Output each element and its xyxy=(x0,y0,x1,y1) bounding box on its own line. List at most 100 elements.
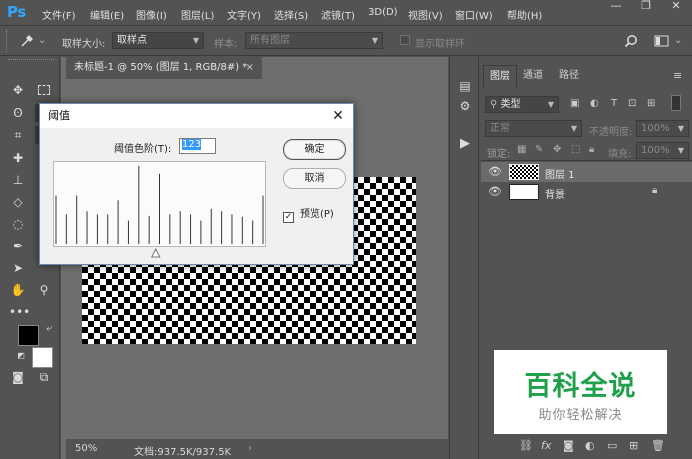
restore-button[interactable]: ❐ xyxy=(633,0,659,14)
zoom-level[interactable]: 50% xyxy=(75,443,97,454)
lock-all-icon[interactable]: 🔒︎ xyxy=(589,144,594,155)
lasso-tool-icon[interactable]: ʘ xyxy=(9,104,27,122)
workspace-chevron-icon[interactable]: ⌄ xyxy=(674,35,682,46)
quick-mask-icon[interactable]: ◙ xyxy=(9,368,27,386)
menu-image[interactable]: 图像(I) xyxy=(136,7,167,22)
ok-button[interactable]: 确定 xyxy=(283,139,346,160)
sample-size-value: 取样点 xyxy=(117,35,147,46)
show-ring-checkbox[interactable] xyxy=(400,35,410,45)
layer-name[interactable]: 图层 1 xyxy=(545,166,575,181)
layer-filter-select[interactable]: ⚲ 类型 ▼ xyxy=(485,96,559,113)
adjustment-layer-icon[interactable]: ◐ xyxy=(585,439,595,452)
status-menu-arrow-icon[interactable]: › xyxy=(248,443,252,454)
filter-pixel-icon[interactable]: ▣ xyxy=(570,98,579,109)
foreground-color-swatch[interactable] xyxy=(18,325,39,346)
move-tool-icon[interactable]: ✥ xyxy=(9,81,27,99)
layer-name[interactable]: 背景 xyxy=(545,186,565,201)
swap-colors-icon[interactable]: ⤶ xyxy=(40,320,58,338)
close-window-button[interactable]: ✕ xyxy=(663,0,689,14)
path-select-tool-icon[interactable]: ➤ xyxy=(9,259,27,277)
link-layers-icon[interactable]: ⛓︎ xyxy=(519,439,533,452)
layer-style-icon[interactable]: fx xyxy=(541,439,551,452)
panel-menu-icon[interactable]: ≡ xyxy=(673,69,682,82)
divider xyxy=(481,160,692,161)
blur-tool-icon[interactable]: ◌ xyxy=(9,215,27,233)
clone-stamp-tool-icon[interactable]: ⊥ xyxy=(9,171,27,189)
cancel-button[interactable]: 取消 xyxy=(283,168,346,189)
filter-toggle[interactable] xyxy=(671,95,681,111)
menu-layer[interactable]: 图层(L) xyxy=(181,7,214,22)
menu-window[interactable]: 窗口(W) xyxy=(455,7,493,22)
menu-view[interactable]: 视图(V) xyxy=(408,7,443,22)
dialog-close-icon[interactable]: ✕ xyxy=(329,104,347,128)
background-color-swatch[interactable] xyxy=(32,347,53,368)
preview-option[interactable]: ✓ 预览(P) xyxy=(283,205,334,223)
tab-layers[interactable]: 图层 xyxy=(483,65,517,87)
fill-field[interactable]: 100% ▼ xyxy=(636,142,689,159)
threshold-level-input[interactable]: 123 xyxy=(179,138,216,154)
menu-file[interactable]: 文件(F) xyxy=(42,7,76,22)
add-mask-icon[interactable]: ◙ xyxy=(563,439,574,452)
collapsed-panels: ▤ ⚙ ▶ xyxy=(449,57,479,459)
filter-type-icon[interactable]: T xyxy=(611,98,617,109)
tools-grip xyxy=(8,59,54,62)
eyedropper-icon[interactable] xyxy=(20,34,34,48)
preview-checkbox[interactable]: ✓ xyxy=(283,212,294,223)
opacity-label: 不透明度: xyxy=(589,127,633,138)
close-tab-icon[interactable]: × xyxy=(246,57,254,79)
pen-tool-icon[interactable]: ✒ xyxy=(9,237,27,255)
menu-help[interactable]: 帮助(H) xyxy=(507,7,542,22)
fill-value: 100% xyxy=(641,145,670,156)
lock-artboard-icon[interactable]: ⬚ xyxy=(571,144,580,155)
default-colors-icon[interactable]: ◩ xyxy=(12,347,30,365)
layer-row-background[interactable]: 👁︎ 背景 🔒︎ xyxy=(481,182,692,202)
properties-panel-icon[interactable]: ⚙ xyxy=(456,97,474,115)
opacity-field[interactable]: 100% ▼ xyxy=(636,120,689,137)
new-layer-icon[interactable]: ⊞ xyxy=(629,439,638,452)
blend-mode-select[interactable]: 正常 ▼ xyxy=(485,120,582,137)
options-grip xyxy=(6,30,10,52)
eye-icon[interactable]: 👁︎ xyxy=(488,185,502,199)
show-ring-label: 显示取样环 xyxy=(415,39,465,50)
menu-edit[interactable]: 编辑(E) xyxy=(90,7,124,22)
actions-play-icon[interactable]: ▶ xyxy=(456,135,474,153)
menu-type[interactable]: 文字(Y) xyxy=(227,7,261,22)
tab-channels[interactable]: 通道 xyxy=(517,65,549,87)
healing-brush-tool-icon[interactable]: ✚ xyxy=(9,149,27,167)
zoom-tool-icon[interactable]: ⚲ xyxy=(35,281,53,299)
eye-icon[interactable]: 👁︎ xyxy=(488,165,502,179)
delete-layer-icon[interactable]: 🗑︎ xyxy=(651,439,665,452)
hand-tool-icon[interactable]: ✋ xyxy=(9,281,27,299)
marquee-tool-icon[interactable] xyxy=(35,81,53,99)
filter-shape-icon[interactable]: ⊡ xyxy=(628,98,636,109)
document-info: 文档:937.5K/937.5K xyxy=(134,447,232,458)
lock-transparent-icon[interactable]: ▦ xyxy=(517,144,526,155)
crop-tool-icon[interactable]: ⌗ xyxy=(9,126,27,144)
fill-label: 填充: xyxy=(608,149,632,160)
sample-select[interactable]: 所有图层 ▼ xyxy=(245,32,383,49)
document-tab[interactable]: 未标题-1 @ 50% (图层 1, RGB/8#) * × xyxy=(66,57,262,79)
sample-size-select[interactable]: 取样点 ▼ xyxy=(112,32,204,49)
new-group-icon[interactable]: ▭ xyxy=(607,439,617,452)
workspace-icon[interactable] xyxy=(654,34,670,48)
dialog-title-bar[interactable]: 阈值 ✕ xyxy=(40,104,353,128)
tool-preset-chevron-icon[interactable]: ⌄ xyxy=(38,35,46,46)
tab-paths[interactable]: 路径 xyxy=(553,65,585,87)
more-tools-icon[interactable]: ••• xyxy=(9,303,30,321)
lock-pixels-icon[interactable]: ✎ xyxy=(535,144,543,155)
screen-mode-icon[interactable]: ⧉ xyxy=(35,368,53,386)
filter-smart-object-icon[interactable]: ⊞ xyxy=(647,98,655,109)
menu-filter[interactable]: 滤镜(T) xyxy=(321,7,355,22)
history-panel-icon[interactable]: ▤ xyxy=(456,77,474,95)
search-icon[interactable] xyxy=(624,34,638,48)
menu-select[interactable]: 选择(S) xyxy=(274,7,308,22)
options-bar: ⌄ 取样大小: 取样点 ▼ 样本: 所有图层 ▼ 显示取样环 ⌄ xyxy=(0,26,692,56)
filter-adjustment-icon[interactable]: ◐ xyxy=(590,98,599,109)
threshold-slider-thumb[interactable] xyxy=(150,247,161,258)
menu-3d[interactable]: 3D(D) xyxy=(368,7,398,18)
eraser-tool-icon[interactable]: ◇ xyxy=(9,193,27,211)
lock-position-icon[interactable]: ✥ xyxy=(553,144,561,155)
layer-row-layer1[interactable]: 👁︎ 图层 1 xyxy=(481,162,692,182)
threshold-slider[interactable] xyxy=(53,247,266,259)
minimize-button[interactable]: — xyxy=(603,0,629,14)
